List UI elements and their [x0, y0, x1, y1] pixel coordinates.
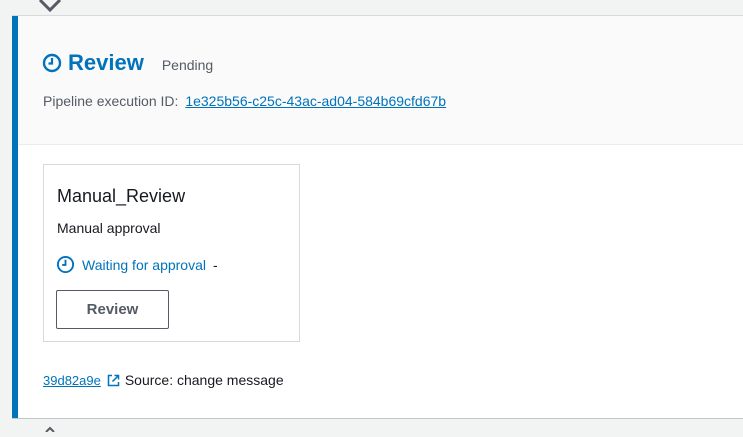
action-name: Manual_Review: [57, 186, 186, 206]
action-status-text: Waiting for approval: [82, 256, 206, 273]
clock-icon: [42, 53, 62, 73]
action-status-suffix: -: [212, 256, 218, 273]
review-button[interactable]: Review: [56, 290, 169, 329]
stage-header: Review Pending Pipeline execution ID: 1e…: [18, 16, 743, 145]
action-status: Waiting for approval -: [56, 255, 218, 274]
stage-title-row: Review Pending: [42, 50, 213, 76]
action-type: Manual approval: [57, 220, 161, 236]
clock-icon: [56, 255, 75, 274]
pipeline-execution-label: Pipeline execution ID:: [43, 93, 179, 109]
commit-id-link[interactable]: 39d82a9e: [43, 373, 101, 388]
pipeline-stage-review: Review Pending Pipeline execution ID: 1e…: [12, 15, 743, 419]
source-message: Source: change message: [124, 372, 284, 388]
source-revision-row: 39d82a9e Source: change message: [43, 372, 284, 388]
stage-status: Pending: [161, 57, 214, 73]
connector-arrow-icon: [43, 419, 57, 433]
pipeline-execution-row: Pipeline execution ID: 1e325b56-c25c-43a…: [43, 93, 446, 109]
action-card-manual-review: Manual_Review Manual approval Waiting fo…: [43, 164, 300, 342]
stage-title: Review: [68, 50, 144, 75]
arrow-down-icon: [36, 0, 64, 16]
pipeline-execution-id-link[interactable]: 1e325b56-c25c-43ac-ad04-584b69cfd67b: [185, 93, 446, 109]
external-link-icon[interactable]: [107, 374, 120, 387]
